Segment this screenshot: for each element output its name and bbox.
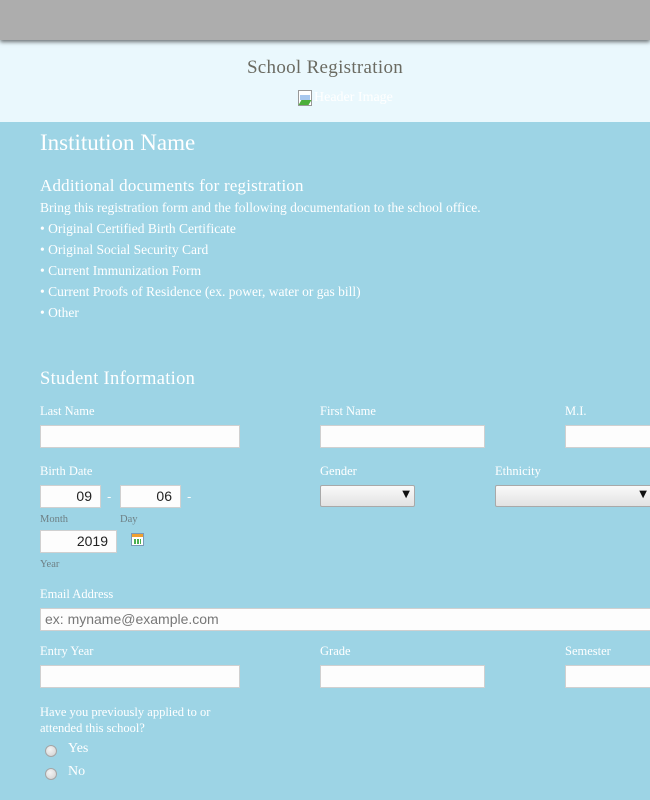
form-title: School Registration	[246, 57, 404, 78]
previously-applied-question-line2: attended this school?	[40, 721, 145, 735]
document-item: • Original Certified Birth Certificate	[40, 221, 236, 236]
header-image-alt-text: Header Image	[314, 90, 393, 105]
date-separator: -	[187, 489, 192, 504]
radio-yes-label[interactable]: Yes	[68, 741, 88, 757]
first-name-label: First Name	[320, 404, 376, 418]
day-sublabel: Day	[120, 514, 138, 525]
form-body: Institution Name Additional documents fo…	[0, 122, 650, 800]
form-header: School Registration Header Image	[0, 40, 650, 122]
previously-applied-question: Have you previously applied to or	[40, 705, 211, 719]
gender-select[interactable]: ▼	[320, 485, 415, 507]
month-sublabel: Month	[40, 514, 69, 525]
broken-image-icon	[298, 90, 312, 106]
dropdown-arrow-icon: ▼	[639, 489, 647, 500]
date-separator: -	[107, 489, 112, 504]
radio-no-label[interactable]: No	[68, 764, 85, 780]
grade-input[interactable]	[320, 665, 485, 688]
last-name-input[interactable]	[40, 425, 240, 448]
document-item: • Current Proofs of Residence (ex. power…	[40, 284, 361, 299]
ethnicity-select[interactable]: ▼	[495, 485, 650, 507]
entry-year-input[interactable]	[40, 665, 240, 688]
documents-description: Bring this registration form and the fol…	[40, 200, 481, 215]
middle-initial-label: M.I.	[565, 404, 587, 418]
semester-input[interactable]	[565, 665, 650, 688]
ethnicity-label: Ethnicity	[495, 464, 541, 478]
document-item: • Other	[40, 305, 79, 320]
middle-initial-input[interactable]	[565, 425, 650, 448]
radio-yes[interactable]	[45, 745, 57, 757]
institution-name: Institution Name	[40, 130, 196, 155]
header-image: Header Image	[298, 90, 393, 106]
birth-month-input[interactable]: 09	[40, 485, 101, 508]
browser-top-bar	[0, 0, 650, 40]
last-name-label: Last Name	[40, 404, 95, 418]
grade-label: Grade	[320, 644, 351, 658]
email-label: Email Address	[40, 587, 114, 601]
birth-date-label: Birth Date	[40, 464, 93, 478]
dropdown-arrow-icon: ▼	[402, 489, 410, 500]
radio-no[interactable]	[45, 768, 57, 780]
document-item: • Current Immunization Form	[40, 263, 202, 278]
birth-year-input[interactable]: 2019	[40, 530, 117, 553]
first-name-input[interactable]	[320, 425, 485, 448]
gender-label: Gender	[320, 464, 357, 478]
calendar-icon[interactable]	[131, 533, 144, 546]
email-input[interactable]: ex: myname@example.com	[40, 608, 650, 631]
section-title-student-information: Student Information	[40, 369, 196, 389]
document-item: • Original Social Security Card	[40, 242, 209, 257]
semester-label: Semester	[565, 644, 611, 658]
year-sublabel: Year	[40, 559, 60, 570]
documents-title: Additional documents for registration	[40, 176, 304, 195]
birth-day-input[interactable]: 06	[120, 485, 181, 508]
entry-year-label: Entry Year	[40, 644, 94, 658]
